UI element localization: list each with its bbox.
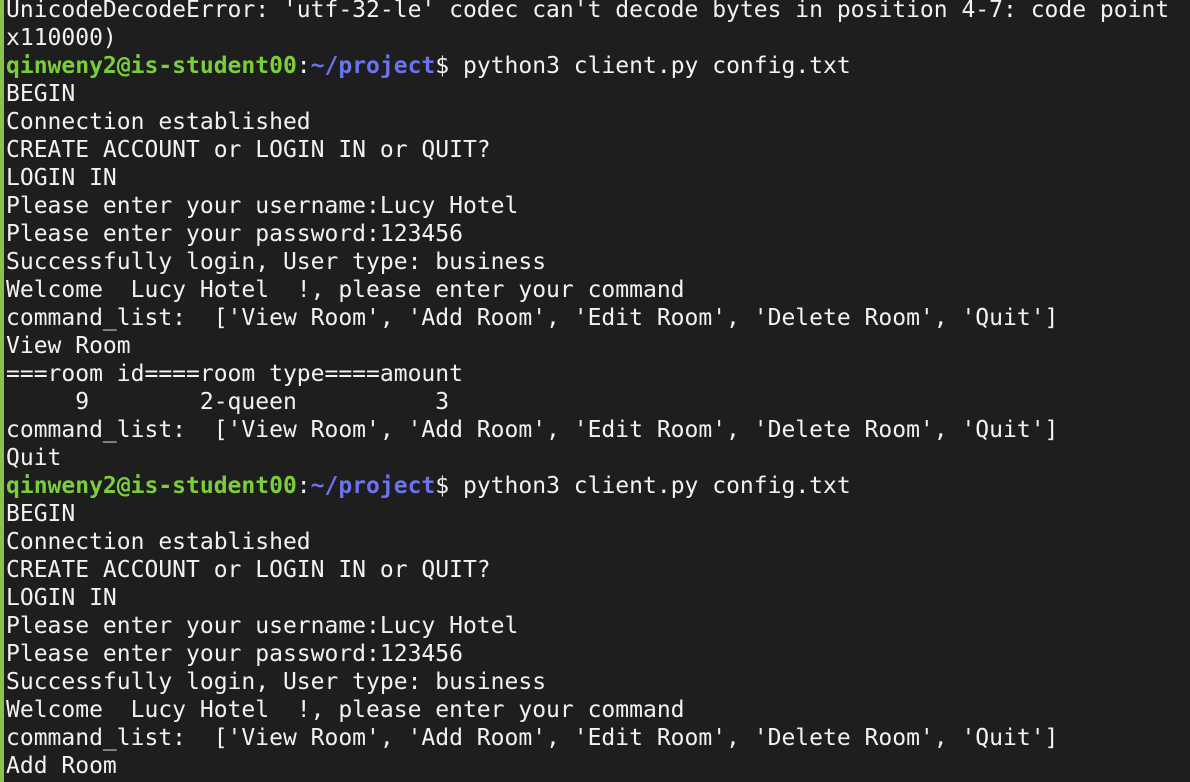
prompt-command: python3 client.py config.txt: [462, 53, 851, 79]
prompt-path: ~/project: [310, 473, 436, 499]
prompt-user: qinweny2@is-student00: [6, 473, 297, 499]
output-line: Connection established: [6, 109, 311, 135]
output-line: x110000): [6, 25, 117, 51]
output-line: Successfully login, User type: business: [6, 669, 547, 695]
output-line: BEGIN: [6, 501, 76, 527]
output-line: View Room: [6, 333, 131, 359]
terminal-window[interactable]: UnicodeDecodeError: 'utf-32-le' codec ca…: [0, 0, 1190, 782]
output-line: Welcome Lucy Hotel !, please enter your …: [6, 697, 685, 723]
output-line: Add Room: [6, 753, 117, 779]
prompt-path: ~/project: [310, 53, 436, 79]
prompt-line: qinweny2@is-student00:~/project$ python3…: [6, 52, 1169, 80]
left-gutter-bar: [0, 0, 4, 782]
output-line: Connection established: [6, 529, 311, 555]
output-line: Quit: [6, 445, 62, 471]
prompt-separator: :: [296, 473, 311, 499]
output-line: LOGIN IN: [6, 165, 117, 191]
output-line: 9 2-queen 3: [6, 389, 450, 415]
output-line: LOGIN IN: [6, 585, 117, 611]
terminal-output: UnicodeDecodeError: 'utf-32-le' codec ca…: [6, 0, 1169, 780]
output-line: CREATE ACCOUNT or LOGIN IN or QUIT?: [6, 137, 491, 163]
prompt-symbol: $: [435, 473, 463, 499]
output-line: Please enter your username:Lucy Hotel: [6, 613, 519, 639]
output-line: UnicodeDecodeError: 'utf-32-le' codec ca…: [6, 0, 1170, 23]
output-line: command_list: ['View Room', 'Add Room', …: [6, 417, 1059, 443]
output-line: command_list: ['View Room', 'Add Room', …: [6, 725, 1059, 751]
output-line: BEGIN: [6, 81, 76, 107]
output-line: Successfully login, User type: business: [6, 249, 547, 275]
prompt-command: python3 client.py config.txt: [462, 473, 851, 499]
output-line: Please enter your username:Lucy Hotel: [6, 193, 519, 219]
output-line: ===room id====room type====amount: [6, 361, 463, 387]
output-line: Welcome Lucy Hotel !, please enter your …: [6, 277, 685, 303]
output-line: Please enter your password:123456: [6, 221, 463, 247]
prompt-separator: :: [296, 53, 311, 79]
output-line: CREATE ACCOUNT or LOGIN IN or QUIT?: [6, 557, 491, 583]
output-line: Please enter your password:123456: [6, 641, 463, 667]
output-line: command_list: ['View Room', 'Add Room', …: [6, 305, 1059, 331]
prompt-user: qinweny2@is-student00: [6, 53, 297, 79]
prompt-symbol: $: [435, 53, 463, 79]
prompt-line: qinweny2@is-student00:~/project$ python3…: [6, 472, 1169, 500]
